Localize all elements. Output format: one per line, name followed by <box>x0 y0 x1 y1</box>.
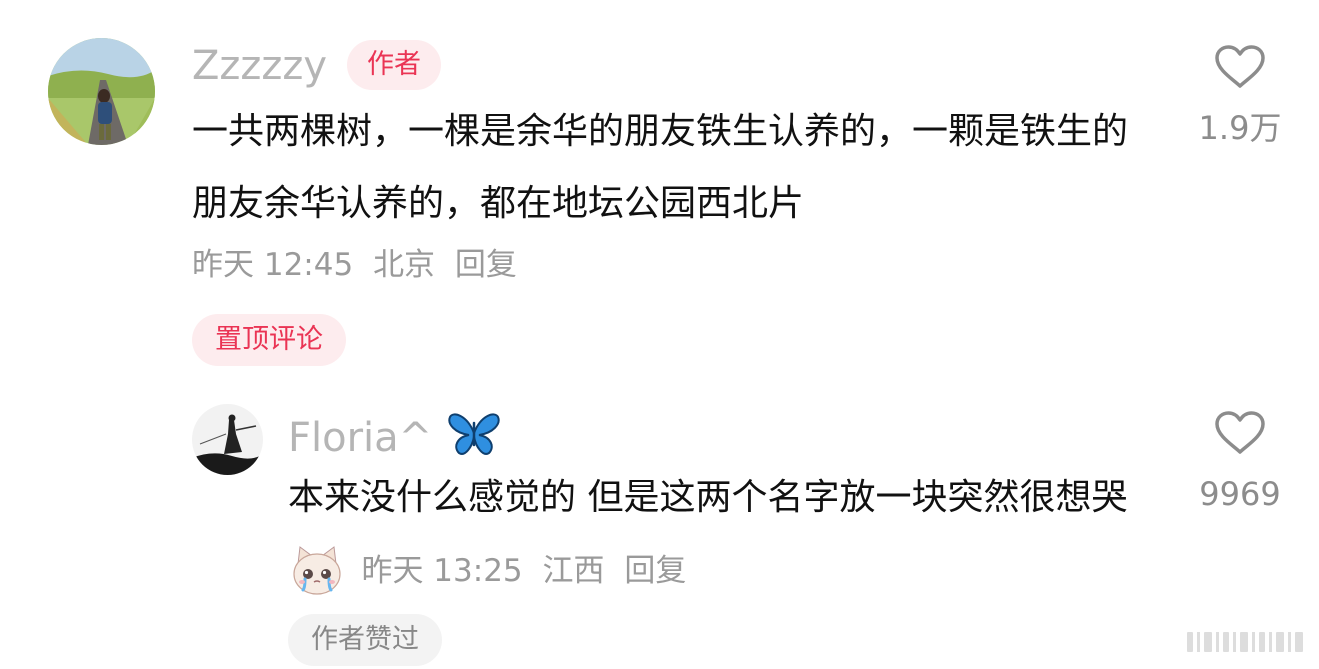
barcode-watermark-icon <box>1187 632 1303 652</box>
comment-text: 本来没什么感觉的 但是这两个名字放一块突然很想哭 昨天 13:25 江西 回复 <box>288 462 1148 606</box>
username[interactable]: Floria^ <box>288 411 501 458</box>
comment-meta: 昨天 12:45 北京 回复 <box>192 250 527 281</box>
liked-by-author-badge: 作者赞过 <box>288 614 442 666</box>
avatar-zzzzzy[interactable] <box>48 38 155 145</box>
butterfly-icon <box>448 413 500 455</box>
like-button[interactable]: 1.9万 <box>1185 44 1295 144</box>
avatar-image <box>48 38 155 145</box>
reply-button[interactable]: 回复 <box>624 553 686 589</box>
comment-text: 一共两棵树，一棵是余华的朋友铁生认养的，一颗是铁生的朋友余华认养的，都在地坛公园… <box>192 111 1129 224</box>
like-count: 9969 <box>1199 475 1281 513</box>
author-badge: 作者 <box>347 40 441 90</box>
comment-text-content: 本来没什么感觉的 但是这两个名字放一块突然很想哭 <box>288 477 1128 518</box>
heart-outline-icon <box>1215 45 1265 88</box>
comment-location: 江西 <box>542 553 605 589</box>
comment-location: 北京 <box>373 247 436 283</box>
heart-outline-icon <box>1215 411 1265 454</box>
avatar-image <box>192 404 263 475</box>
comment-section: Zzzzzy 作者 一共两棵树，一棵是余华的朋友铁生认养的，一颗是铁生的朋友余华… <box>0 0 1319 669</box>
avatar-floria[interactable] <box>192 404 263 475</box>
comment-time: 昨天 12:45 <box>192 247 354 283</box>
pinned-comment-badge: 置顶评论 <box>192 314 346 366</box>
comment-time: 昨天 13:25 <box>361 553 523 589</box>
username-text: Floria^ <box>288 415 433 461</box>
crying-cat-face-icon <box>293 546 341 595</box>
reply-button[interactable]: 回复 <box>455 247 517 283</box>
like-button[interactable]: 9969 <box>1185 410 1295 510</box>
username[interactable]: Zzzzzy <box>192 46 327 86</box>
comment-meta: 昨天 13:25 江西 回复 <box>361 553 696 589</box>
like-count: 1.9万 <box>1198 109 1282 147</box>
